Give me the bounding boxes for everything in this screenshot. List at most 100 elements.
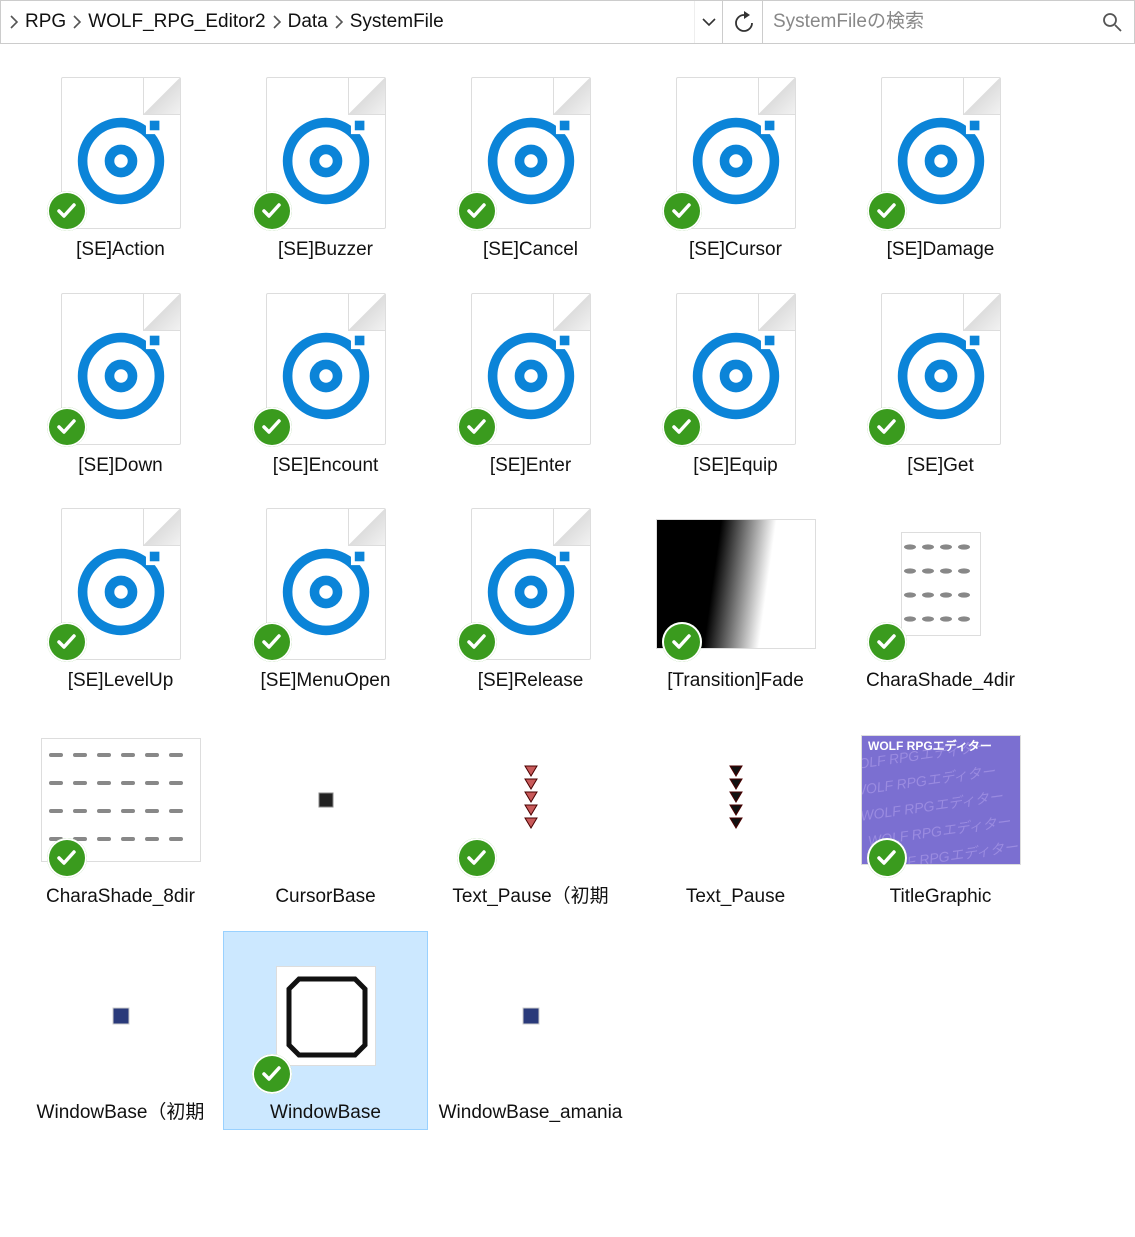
- file-item[interactable]: [SE]Action: [18, 68, 223, 268]
- sync-check-icon: [867, 622, 907, 662]
- file-thumbnail: [246, 289, 406, 449]
- file-item[interactable]: [SE]MenuOpen: [223, 499, 428, 699]
- file-item[interactable]: WindowBase_amania: [428, 931, 633, 1131]
- image-thumbnail: [901, 532, 981, 636]
- sync-check-icon: [47, 191, 87, 231]
- file-item[interactable]: [SE]LevelUp: [18, 499, 223, 699]
- file-thumbnail: WOLF RPGエディターWOLF RPGエディターWOLF RPGエディターW…: [861, 720, 1021, 880]
- file-label: [SE]Equip: [693, 453, 778, 479]
- sync-check-icon: [252, 622, 292, 662]
- file-label: [SE]MenuOpen: [261, 668, 391, 694]
- breadcrumb-item[interactable]: SystemFile: [346, 1, 448, 43]
- image-thumbnail: [517, 760, 545, 840]
- file-item[interactable]: WindowBase: [223, 931, 428, 1131]
- file-label: [SE]Buzzer: [278, 237, 373, 263]
- chevron-right-icon[interactable]: [70, 1, 84, 43]
- breadcrumb-item[interactable]: Data: [284, 1, 332, 43]
- file-item[interactable]: CursorBase: [223, 715, 428, 915]
- file-label: WindowBase_amania: [439, 1100, 623, 1126]
- file-item[interactable]: [SE]Get: [838, 284, 1043, 484]
- sync-check-icon: [457, 838, 497, 878]
- sync-check-icon: [662, 622, 702, 662]
- file-label: [SE]Release: [478, 668, 584, 694]
- refresh-button[interactable]: [723, 0, 763, 44]
- sync-check-icon: [47, 407, 87, 447]
- breadcrumb-item[interactable]: WOLF_RPG_Editor2: [84, 1, 269, 43]
- file-item[interactable]: Text_Pause: [633, 715, 838, 915]
- file-item[interactable]: [SE]Cursor: [633, 68, 838, 268]
- file-label: [SE]Action: [76, 237, 165, 263]
- file-item[interactable]: [SE]Release: [428, 499, 633, 699]
- file-thumbnail: [861, 73, 1021, 233]
- file-label: Text_Pause: [686, 884, 785, 910]
- toolbar: RPG WOLF_RPG_Editor2 Data SystemFile: [0, 0, 1135, 44]
- chevron-right-icon[interactable]: [270, 1, 284, 43]
- search-button[interactable]: [1100, 11, 1124, 33]
- file-item[interactable]: [SE]Cancel: [428, 68, 633, 268]
- file-thumbnail: [246, 73, 406, 233]
- file-thumbnail: [861, 504, 1021, 664]
- sync-check-icon: [252, 407, 292, 447]
- chevron-right-icon[interactable]: [7, 1, 21, 43]
- search-input[interactable]: [773, 11, 1100, 33]
- sync-check-icon: [457, 622, 497, 662]
- image-thumbnail: [317, 791, 335, 809]
- sync-check-icon: [252, 191, 292, 231]
- image-thumbnail: [722, 760, 750, 840]
- file-thumbnail: [246, 504, 406, 664]
- file-thumbnail: [451, 720, 611, 880]
- file-item[interactable]: [SE]Enter: [428, 284, 633, 484]
- file-thumbnail: [861, 289, 1021, 449]
- file-label: [Transition]Fade: [667, 668, 804, 694]
- sync-check-icon: [47, 622, 87, 662]
- file-label: [SE]Enter: [490, 453, 571, 479]
- file-thumbnail: [451, 289, 611, 449]
- file-label: Text_Pause（初期: [452, 884, 608, 910]
- sync-check-icon: [662, 407, 702, 447]
- file-thumbnail: [451, 504, 611, 664]
- image-thumbnail: [111, 1006, 131, 1026]
- sync-check-icon: [867, 407, 907, 447]
- file-label: [SE]Damage: [887, 237, 995, 263]
- chevron-right-icon[interactable]: [332, 1, 346, 43]
- sync-check-icon: [457, 191, 497, 231]
- sync-check-icon: [867, 838, 907, 878]
- breadcrumb-item[interactable]: RPG: [21, 1, 70, 43]
- file-thumbnail: [41, 73, 201, 233]
- file-item[interactable]: CharaShade_4dir: [838, 499, 1043, 699]
- file-thumbnail: [656, 73, 816, 233]
- file-thumbnail: [41, 504, 201, 664]
- file-item[interactable]: CharaShade_8dir: [18, 715, 223, 915]
- file-item[interactable]: [SE]Buzzer: [223, 68, 428, 268]
- sync-check-icon: [867, 191, 907, 231]
- file-thumbnail: [41, 720, 201, 880]
- refresh-icon: [732, 11, 754, 33]
- file-thumbnail: [451, 936, 611, 1096]
- sync-check-icon: [457, 407, 497, 447]
- file-item[interactable]: [SE]Damage: [838, 68, 1043, 268]
- address-bar[interactable]: RPG WOLF_RPG_Editor2 Data SystemFile: [0, 0, 723, 44]
- file-item[interactable]: [SE]Equip: [633, 284, 838, 484]
- sync-check-icon: [47, 838, 87, 878]
- file-thumbnail: [41, 936, 201, 1096]
- file-item[interactable]: [SE]Encount: [223, 284, 428, 484]
- file-label: [SE]Get: [907, 453, 974, 479]
- file-thumbnail: [656, 504, 816, 664]
- search-box[interactable]: [763, 0, 1135, 44]
- file-thumbnail: [656, 720, 816, 880]
- file-label: [SE]Cancel: [483, 237, 578, 263]
- file-item[interactable]: Text_Pause（初期: [428, 715, 633, 915]
- file-item[interactable]: [SE]Down: [18, 284, 223, 484]
- file-item[interactable]: WindowBase（初期: [18, 931, 223, 1131]
- file-label: [SE]Cursor: [689, 237, 782, 263]
- file-item[interactable]: [Transition]Fade: [633, 499, 838, 699]
- file-label: CursorBase: [275, 884, 375, 910]
- image-thumbnail: [276, 966, 376, 1066]
- chevron-down-icon: [702, 15, 716, 29]
- address-dropdown[interactable]: [694, 1, 722, 43]
- file-label: CharaShade_4dir: [866, 668, 1015, 694]
- file-item[interactable]: WOLF RPGエディターWOLF RPGエディターWOLF RPGエディターW…: [838, 715, 1043, 915]
- breadcrumb: RPG WOLF_RPG_Editor2 Data SystemFile: [1, 1, 694, 43]
- file-grid[interactable]: [SE]Action [SE]Buzzer [SE]Cancel [SE]Cur…: [0, 44, 1135, 1186]
- file-thumbnail: [246, 936, 406, 1096]
